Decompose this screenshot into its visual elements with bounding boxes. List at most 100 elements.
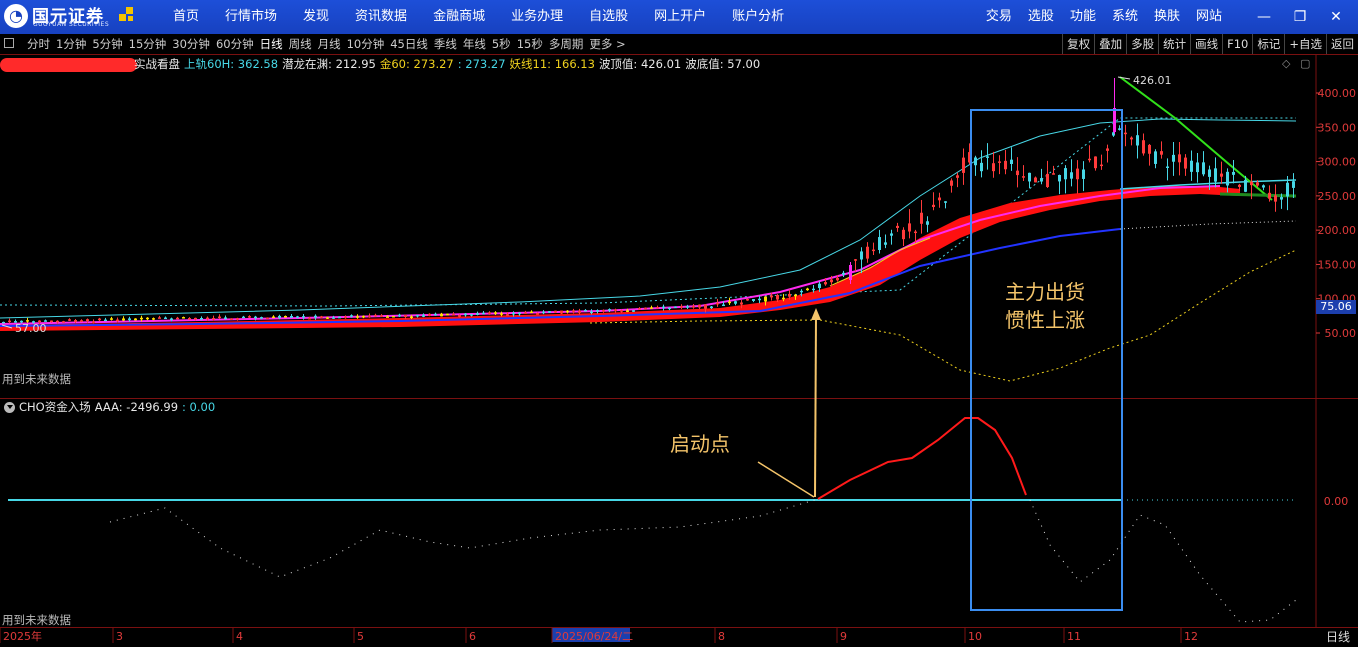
candle-body xyxy=(392,315,395,318)
kline-chart[interactable]: 426.01 57.00 400.00350.00300.00250.00200… xyxy=(0,0,1358,647)
candle-body xyxy=(566,310,569,313)
candle-body xyxy=(992,163,995,172)
sub-collapse-icon[interactable] xyxy=(4,402,15,413)
time-axis-month-11: 11 xyxy=(1067,630,1081,643)
white-dotted-line xyxy=(1119,220,1297,230)
main-indicator-value-5: 波顶值: 426.01 xyxy=(598,57,682,71)
candle-body xyxy=(806,288,809,291)
candle-body xyxy=(842,272,845,275)
candle-body xyxy=(434,313,437,316)
candle-body xyxy=(836,277,839,281)
period-footer[interactable]: 日线 xyxy=(1318,627,1358,647)
candle-body xyxy=(1292,181,1295,188)
main-indicator-value-4: 妖线11: 166.13 xyxy=(509,57,595,71)
candle-body xyxy=(122,318,125,321)
candle-body xyxy=(368,315,371,318)
candle-body xyxy=(710,306,713,309)
candle-body xyxy=(266,317,269,320)
candle-body xyxy=(134,318,137,321)
candle-body xyxy=(650,307,653,309)
candle-body xyxy=(188,318,191,320)
candle-body xyxy=(608,309,611,311)
price-axis-label: 400.00 xyxy=(1318,87,1357,100)
candle-body xyxy=(296,316,299,318)
candle-body xyxy=(914,231,917,234)
candle-body xyxy=(386,316,389,318)
candle-body xyxy=(884,242,887,245)
candle-body xyxy=(1052,173,1055,175)
candle-body xyxy=(614,309,617,312)
candle-body xyxy=(764,296,767,302)
main-indicator-value-1: 潜龙在渊: 212.95 xyxy=(282,57,376,71)
sub-indicator-value-1: : 0.00 xyxy=(182,400,216,414)
candle-body xyxy=(1202,162,1205,175)
upper-dotted-line xyxy=(0,117,1296,307)
price-axis-label: 300.00 xyxy=(1318,156,1357,169)
candle-body xyxy=(1094,156,1097,169)
candle-body xyxy=(818,283,821,289)
time-axis-month-4: 4 xyxy=(236,630,243,643)
candle-body xyxy=(1154,151,1157,164)
candle-body xyxy=(218,316,221,319)
redacted-stock-name xyxy=(0,58,137,72)
candle-body xyxy=(326,317,329,319)
candle-body xyxy=(116,319,119,322)
candle-body xyxy=(320,316,323,318)
candle-body xyxy=(716,302,719,305)
diamond-icon[interactable]: ◇ xyxy=(1282,57,1290,70)
candle-body xyxy=(50,320,53,323)
annotation-start-point: 启动点 xyxy=(670,432,730,456)
candle-body xyxy=(422,314,425,317)
candle-body xyxy=(260,317,263,319)
candle-body xyxy=(1280,197,1283,200)
candle-body xyxy=(158,317,161,319)
candle-body xyxy=(680,306,683,308)
candle-body xyxy=(332,317,335,319)
candle-body xyxy=(2,321,5,324)
candle-body xyxy=(350,315,353,317)
candle-body xyxy=(998,161,1001,163)
candle-body xyxy=(542,311,545,314)
candle-body xyxy=(1070,172,1073,179)
annotation-distribution: 主力出货 xyxy=(1005,280,1085,304)
candle-body xyxy=(1130,137,1133,140)
candle-body xyxy=(524,312,527,314)
candle-body xyxy=(950,180,953,186)
main-indicator-value-0: 上轨60H: 362.58 xyxy=(184,57,279,71)
candle-body xyxy=(590,311,593,313)
candle-body xyxy=(662,306,665,309)
future-data-note-sub: 用到未来数据 xyxy=(2,613,71,627)
candle-body xyxy=(572,310,575,312)
candle-body xyxy=(632,310,635,312)
candle-body xyxy=(398,314,401,317)
start-pointer-line xyxy=(757,461,815,498)
candle-body xyxy=(602,310,605,312)
expand-icon[interactable]: ▢ xyxy=(1300,57,1310,70)
candle-body xyxy=(176,317,179,320)
candle-body xyxy=(746,299,749,301)
candle-body xyxy=(1274,195,1277,202)
candle-body xyxy=(782,297,785,300)
candle-body xyxy=(752,299,755,301)
candle-body xyxy=(1262,185,1265,188)
candle-body xyxy=(338,316,341,319)
candle-body xyxy=(938,197,941,201)
candle-body xyxy=(152,318,155,320)
candle-body xyxy=(554,310,557,313)
cyan-upper-band xyxy=(0,118,1297,319)
candle-body xyxy=(1034,177,1037,183)
candle-body xyxy=(302,316,305,318)
candle-body xyxy=(1136,135,1139,146)
candle-body xyxy=(488,312,491,314)
candle-body xyxy=(494,312,497,314)
candle-body xyxy=(230,318,233,320)
main-indicator-name[interactable]: 实战看盘 xyxy=(134,57,180,71)
candle-body xyxy=(920,212,923,224)
candle-body xyxy=(428,313,431,316)
candle-body xyxy=(1238,184,1241,187)
candle-body xyxy=(1244,179,1247,192)
candle-body xyxy=(860,251,863,260)
sub-indicator-name[interactable]: CHO资金入场 xyxy=(19,400,91,414)
candle-body xyxy=(620,310,623,312)
candle-body xyxy=(596,310,599,312)
